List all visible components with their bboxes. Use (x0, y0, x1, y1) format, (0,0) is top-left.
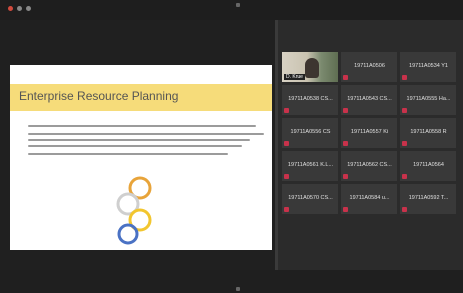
process-cycle-diagram (116, 176, 152, 245)
slide-bullet-text (28, 125, 266, 159)
participant-tile[interactable]: 19711A0557 Ki (341, 118, 397, 148)
participant-name: 19711A0584 u... (349, 195, 390, 201)
participant-tile[interactable]: 19711A0562 CS... (341, 151, 397, 181)
participant-tile[interactable]: 19711A0584 u... (341, 184, 397, 214)
cycle-ring-blue (117, 223, 139, 245)
mic-muted-icon (343, 141, 348, 146)
mic-muted-icon (402, 108, 407, 113)
participant-name: 19711A0556 CS (290, 129, 331, 135)
bullet-line (28, 133, 264, 135)
participant-name: 19711A0562 CS... (347, 162, 392, 168)
participant-tile[interactable]: 19711A0556 CS (282, 118, 338, 148)
participant-tile[interactable]: 19711A0558 R (400, 118, 456, 148)
participant-video-person (305, 58, 319, 78)
participant-tile[interactable]: 19711A0543 CS... (341, 85, 397, 115)
mic-muted-icon (343, 108, 348, 113)
participant-name: 19711A0543 CS... (347, 96, 392, 102)
meeting-controls-bar (0, 270, 463, 293)
participant-name: 19711A0564 (413, 162, 444, 168)
participant-tile[interactable]: 19711A0534 Y1 (400, 52, 456, 82)
participant-name: 19711A0561 K.L... (287, 162, 334, 168)
participant-name: 19711A0570 CS... (288, 195, 333, 201)
bullet-line (28, 145, 242, 147)
bullet-line (28, 139, 250, 141)
participant-tile[interactable]: 19711A0538 CS... (282, 85, 338, 115)
mic-muted-icon (284, 207, 289, 212)
participant-name: 19711A0534 Y1 (409, 63, 448, 69)
mic-muted-icon (284, 108, 289, 113)
minimize-window-icon[interactable] (17, 6, 22, 11)
participant-tile[interactable]: 19711A0561 K.L... (282, 151, 338, 181)
participant-gallery: D. Krue 19711A0506 19711A0534 Y1 19711A053… (282, 52, 457, 246)
window-title-bar (0, 0, 463, 20)
participant-tile[interactable]: 19711A0506 (341, 52, 397, 82)
mic-muted-icon (402, 207, 407, 212)
participant-name: 19711A0557 Ki (350, 129, 389, 135)
mic-muted-icon (402, 141, 407, 146)
top-drag-handle-icon[interactable] (236, 3, 240, 7)
mic-muted-icon (343, 75, 348, 80)
mic-muted-icon (284, 174, 289, 179)
presentation-slide: Enterprise Resource Planning (10, 65, 272, 250)
window-controls (8, 6, 31, 11)
participant-name: 19711A0538 CS... (288, 96, 333, 102)
shared-screen-area: Enterprise Resource Planning (0, 20, 275, 270)
participant-tile-video[interactable]: D. Krue (282, 52, 338, 82)
maximize-window-icon[interactable] (26, 6, 31, 11)
participant-name: 19711A0555 Ha... (406, 96, 451, 102)
participant-name: 19711A0506 (354, 63, 385, 69)
participant-name: 19711A0592 T... (408, 195, 449, 201)
participant-tile[interactable]: 19711A0564 (400, 151, 456, 181)
panel-divider[interactable] (275, 20, 278, 270)
participant-tile[interactable]: 19711A0555 Ha... (400, 85, 456, 115)
participant-name: 19711A0558 R (410, 129, 447, 135)
mic-muted-icon (402, 75, 407, 80)
bullet-line (28, 125, 256, 127)
bullet-line (28, 153, 228, 155)
participant-tile[interactable]: 19711A0570 CS... (282, 184, 338, 214)
bottom-drag-handle-icon[interactable] (236, 287, 240, 291)
self-name-label: D. Krue (284, 74, 305, 80)
mic-muted-icon (343, 207, 348, 212)
participant-tile[interactable]: 19711A0592 T... (400, 184, 456, 214)
slide-title: Enterprise Resource Planning (19, 89, 179, 103)
close-window-icon[interactable] (8, 6, 13, 11)
mic-muted-icon (402, 174, 407, 179)
mic-muted-icon (343, 174, 348, 179)
mic-muted-icon (284, 141, 289, 146)
